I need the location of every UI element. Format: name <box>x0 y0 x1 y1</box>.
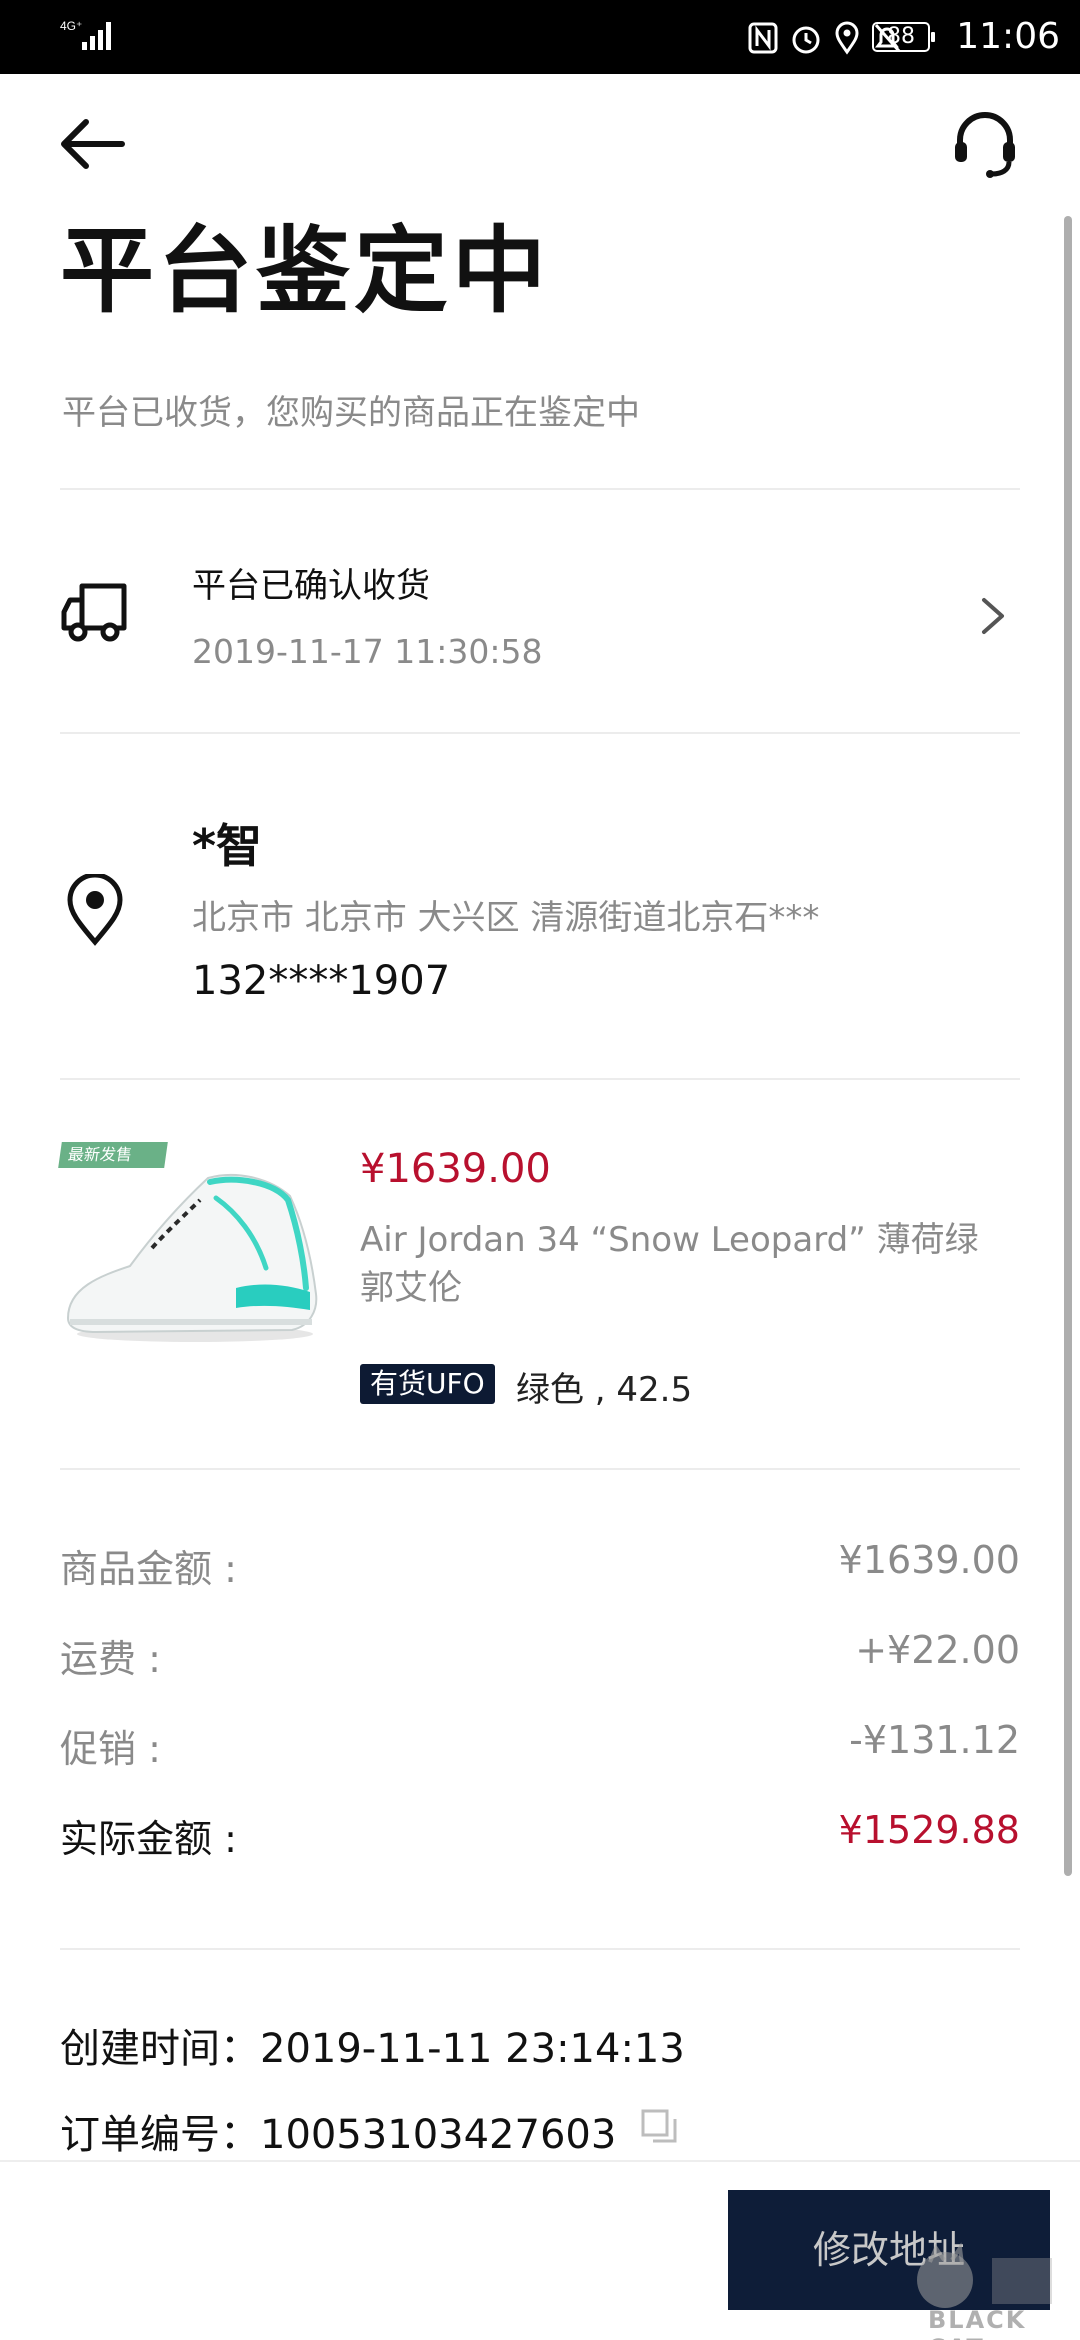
actual-amount-label: 实际金额 : <box>60 1817 237 1861</box>
status-bar: 4G⁺ 88 11:06 <box>0 0 1080 74</box>
divider <box>60 1948 1020 1950</box>
status-time: 11:06 <box>956 16 1060 57</box>
nfc-icon <box>748 22 778 54</box>
scrollbar[interactable] <box>1064 216 1072 1876</box>
delivery-truck-icon <box>61 583 127 642</box>
new-release-tag: 最新发售 <box>58 1142 168 1168</box>
divider <box>60 488 1020 490</box>
divider <box>60 1078 1020 1080</box>
product-spec: 绿色 , 42.5 <box>516 1370 693 1410</box>
location-pin-icon <box>67 874 123 946</box>
back-arrow-icon[interactable] <box>56 114 128 174</box>
divider <box>60 732 1020 734</box>
alarm-icon <box>792 26 820 54</box>
order-number: 订单编号：10053103427603 <box>60 2102 616 2160</box>
product-image <box>60 1138 330 1360</box>
recipient-phone: 132****1907 <box>192 958 451 1004</box>
recipient-name: *智 <box>192 819 263 873</box>
shipping-fee-value: +¥22.00 <box>855 1628 1020 1672</box>
page-subtitle: 平台已收货，您购买的商品正在鉴定中 <box>62 393 640 433</box>
promotion-value: -¥131.12 <box>849 1718 1020 1762</box>
order-number-label: 订单编号： <box>60 2112 260 2158</box>
product-title: Air Jordan 34 “Snow Leopard” 薄荷绿 郭艾伦 <box>360 1220 979 1308</box>
promotion-label: 促销 : <box>60 1727 161 1771</box>
watermark-logo: BLACK CAT <box>900 2240 1070 2340</box>
actual-amount-value: ¥1529.88 <box>838 1808 1020 1852</box>
divider <box>60 1468 1020 1470</box>
created-time-label: 创建时间： <box>60 2026 260 2072</box>
shipping-fee-label: 运费 : <box>60 1637 161 1681</box>
page-title: 平台鉴定中 <box>60 217 551 326</box>
watermark-text: BLACK CAT <box>928 2306 1027 2340</box>
delivery-status-text: 平台已确认收货 <box>192 566 430 606</box>
delivery-status-time: 2019-11-17 11:30:58 <box>192 632 543 671</box>
network-type: 4G⁺ <box>60 19 82 33</box>
created-time: 创建时间：2019-11-11 23:14:13 <box>60 2016 685 2074</box>
goods-amount-value: ¥1639.00 <box>838 1538 1020 1582</box>
stock-badge: 有货UFO <box>360 1364 495 1404</box>
battery-indicator: 88 <box>872 22 935 52</box>
location-status-icon <box>835 21 859 55</box>
copy-icon[interactable] <box>640 2108 680 2148</box>
order-number-value: 10053103427603 <box>260 2112 617 2158</box>
chevron-right-icon <box>982 598 1004 634</box>
product-price: ¥1639.00 <box>360 1146 551 1192</box>
created-time-value: 2019-11-11 23:14:13 <box>260 2026 685 2072</box>
recipient-address: 北京市 北京市 大兴区 清源街道北京石*** <box>192 898 820 938</box>
signal-icon: 4G⁺ <box>60 19 111 50</box>
black-cat-logo-icon <box>917 2242 1052 2308</box>
customer-service-icon[interactable] <box>950 108 1020 180</box>
goods-amount-label: 商品金额 : <box>60 1547 237 1591</box>
